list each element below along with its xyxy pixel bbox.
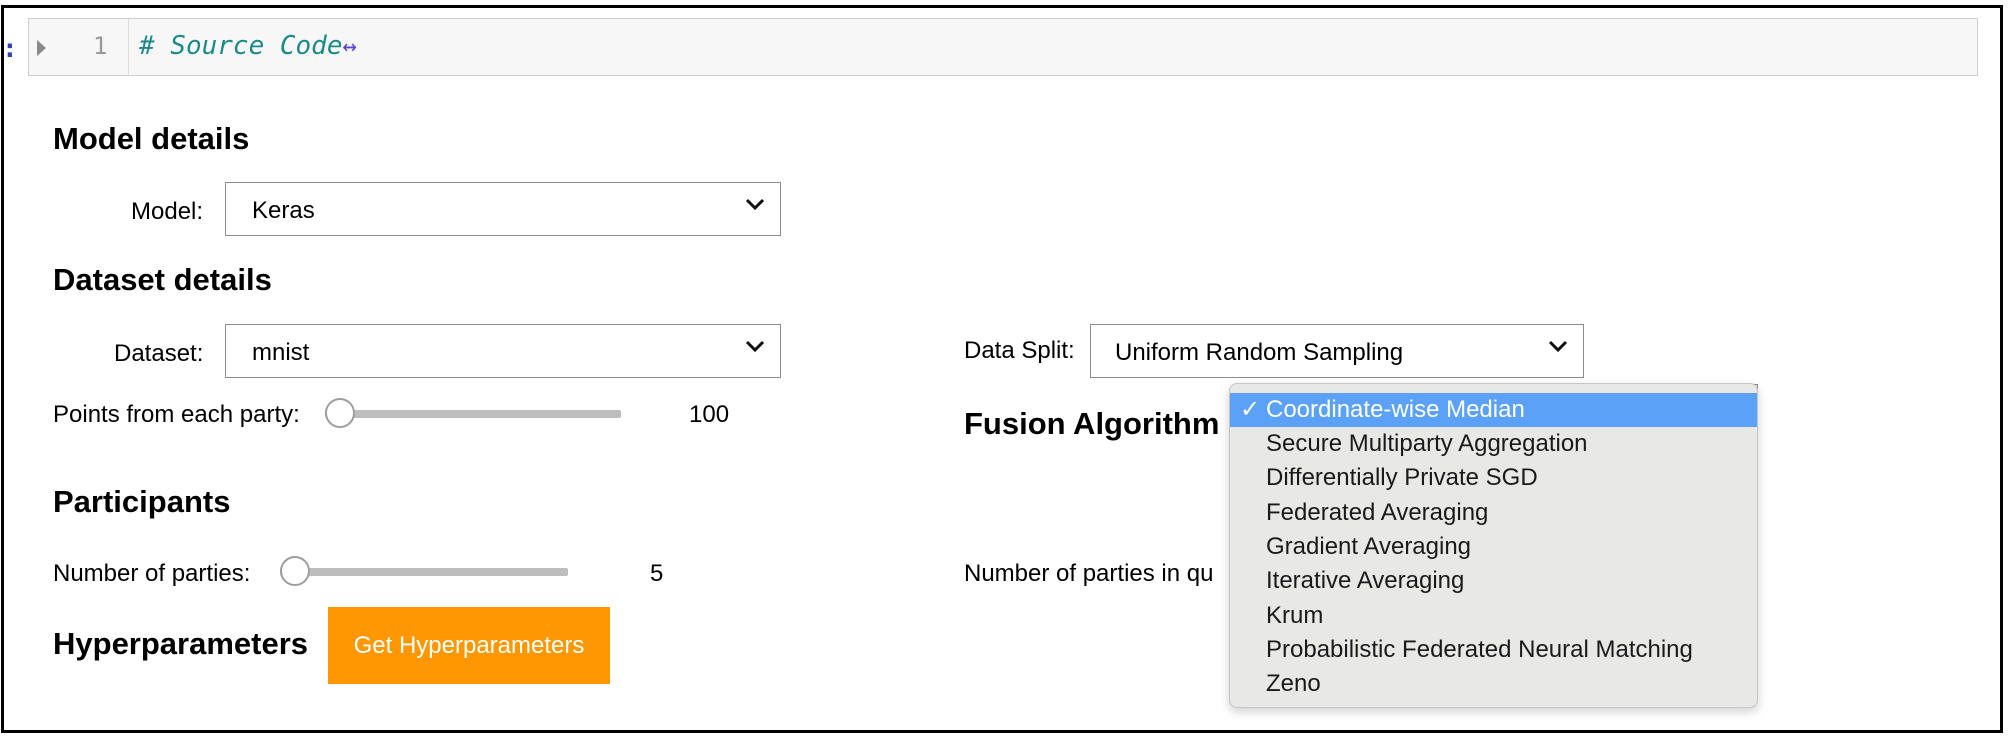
- chevron-down-icon: [745, 340, 765, 353]
- fusion-option[interactable]: Probabilistic Federated Neural Matching: [1230, 633, 1757, 667]
- slider-track: [280, 568, 568, 576]
- model-details-heading: Model details: [53, 121, 250, 156]
- fusion-option[interactable]: Krum: [1230, 599, 1757, 633]
- slider-handle[interactable]: [280, 556, 310, 586]
- fusion-option[interactable]: Secure Multiparty Aggregation: [1230, 427, 1757, 461]
- number-of-parties-slider[interactable]: [280, 556, 568, 588]
- fusion-option[interactable]: Zeno: [1230, 667, 1757, 701]
- fusion-option[interactable]: Differentially Private SGD: [1230, 461, 1757, 495]
- line-number: 1: [93, 32, 108, 60]
- slider-handle[interactable]: [325, 398, 355, 428]
- quorum-parties-label: Number of parties in qu: [964, 560, 1214, 587]
- code-comment: # Source Code: [139, 31, 343, 61]
- dataset-details-heading: Dataset details: [53, 262, 272, 297]
- slider-track: [325, 410, 621, 418]
- fusion-option[interactable]: Federated Averaging: [1230, 496, 1757, 530]
- code-gutter: 1: [29, 19, 129, 75]
- points-per-party-label: Points from each party:: [53, 401, 300, 428]
- get-hyperparameters-button[interactable]: Get Hyperparameters: [328, 607, 610, 684]
- dataset-label: Dataset:: [114, 340, 204, 367]
- checkmark-icon: ✓: [1240, 396, 1261, 423]
- fusion-algorithm-heading: Fusion Algorithm: [964, 406, 1220, 441]
- expand-arrows-icon[interactable]: ↔: [343, 32, 357, 60]
- points-per-party-value: 100: [689, 401, 730, 428]
- model-label: Model:: [131, 198, 204, 225]
- chevron-down-icon: [745, 198, 765, 211]
- fusion-algorithm-dropdown[interactable]: ✓ Coordinate-wise Median Secure Multipar…: [1229, 383, 1758, 708]
- model-select-value: Keras: [252, 197, 315, 224]
- fusion-option[interactable]: ✓ Coordinate-wise Median: [1230, 393, 1757, 427]
- chevron-down-icon: [1548, 340, 1568, 353]
- code-cell[interactable]: 1 # Source Code↔: [28, 18, 1978, 76]
- fold-triangle-icon[interactable]: [37, 40, 46, 56]
- model-select[interactable]: Keras: [225, 182, 781, 236]
- number-of-parties-label: Number of parties:: [53, 560, 251, 587]
- points-per-party-slider[interactable]: [325, 398, 621, 430]
- dataset-select-value: mnist: [252, 339, 310, 366]
- fusion-option[interactable]: Gradient Averaging: [1230, 530, 1757, 564]
- participants-heading: Participants: [53, 484, 231, 519]
- code-line[interactable]: # Source Code↔: [139, 31, 357, 61]
- cell-prompt: :: [2, 34, 18, 64]
- dataset-select[interactable]: mnist: [225, 324, 781, 378]
- fusion-option[interactable]: Iterative Averaging: [1230, 564, 1757, 598]
- data-split-label: Data Split:: [964, 337, 1075, 364]
- data-split-select-value: Uniform Random Sampling: [1115, 339, 1404, 366]
- hyperparameters-heading: Hyperparameters: [53, 626, 309, 661]
- number-of-parties-value: 5: [650, 560, 664, 587]
- data-split-select[interactable]: Uniform Random Sampling: [1090, 324, 1584, 378]
